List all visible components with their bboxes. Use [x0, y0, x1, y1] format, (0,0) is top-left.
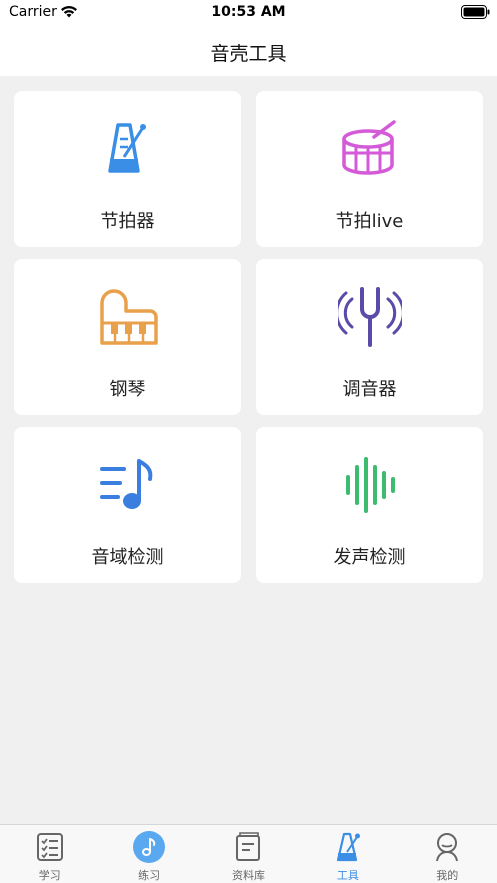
- tool-card-vocal-range[interactable]: 音域检测: [14, 427, 241, 583]
- tool-label: 音域检测: [91, 547, 164, 568]
- tool-label: 发声检测: [333, 547, 406, 568]
- navigation-bar: 音壳工具: [0, 28, 497, 76]
- tool-label: 调音器: [342, 379, 397, 400]
- sound-wave-icon: [345, 457, 395, 513]
- music-note-icon: [133, 831, 166, 863]
- tool-card-voice-detect[interactable]: 发声检测: [256, 427, 483, 583]
- page-title: 音壳工具: [210, 43, 287, 65]
- tab-library[interactable]: 资料库: [199, 825, 298, 883]
- tab-tools[interactable]: 工具: [298, 825, 397, 883]
- music-list-icon: [99, 459, 152, 509]
- tab-label: 学习: [38, 869, 61, 882]
- metronome-icon: [336, 832, 360, 862]
- tab-label: 工具: [336, 869, 359, 882]
- tab-label: 练习: [138, 869, 161, 882]
- tool-card-piano[interactable]: 钢琴: [14, 259, 241, 415]
- tab-mine[interactable]: 我的: [398, 825, 497, 883]
- checklist-icon: [36, 833, 63, 861]
- book-icon: [236, 832, 261, 861]
- tool-card-beat-live[interactable]: 节拍live: [256, 91, 483, 247]
- tool-label: 钢琴: [109, 379, 146, 400]
- tool-card-metronome[interactable]: 节拍器: [14, 91, 241, 247]
- tab-label: 我的: [436, 869, 459, 882]
- piano-icon: [99, 289, 158, 345]
- user-icon: [436, 833, 459, 862]
- status-time: 10:53 AM: [211, 4, 286, 20]
- metronome-icon: [107, 123, 146, 173]
- tool-label: 节拍live: [335, 211, 404, 232]
- tab-practice[interactable]: 练习: [99, 825, 198, 883]
- tab-bar: 学习 练习 资料库 工具 我的: [0, 824, 497, 883]
- drum-icon: [341, 120, 396, 175]
- tab-label: 资料库: [231, 869, 265, 882]
- tool-card-tuner[interactable]: 调音器: [256, 259, 483, 415]
- status-bar: Carrier 10:53 AM: [0, 0, 497, 28]
- tab-study[interactable]: 学习: [0, 825, 99, 883]
- battery-icon: [461, 5, 490, 19]
- tuning-fork-icon: [337, 287, 402, 347]
- tool-label: 节拍器: [100, 211, 155, 232]
